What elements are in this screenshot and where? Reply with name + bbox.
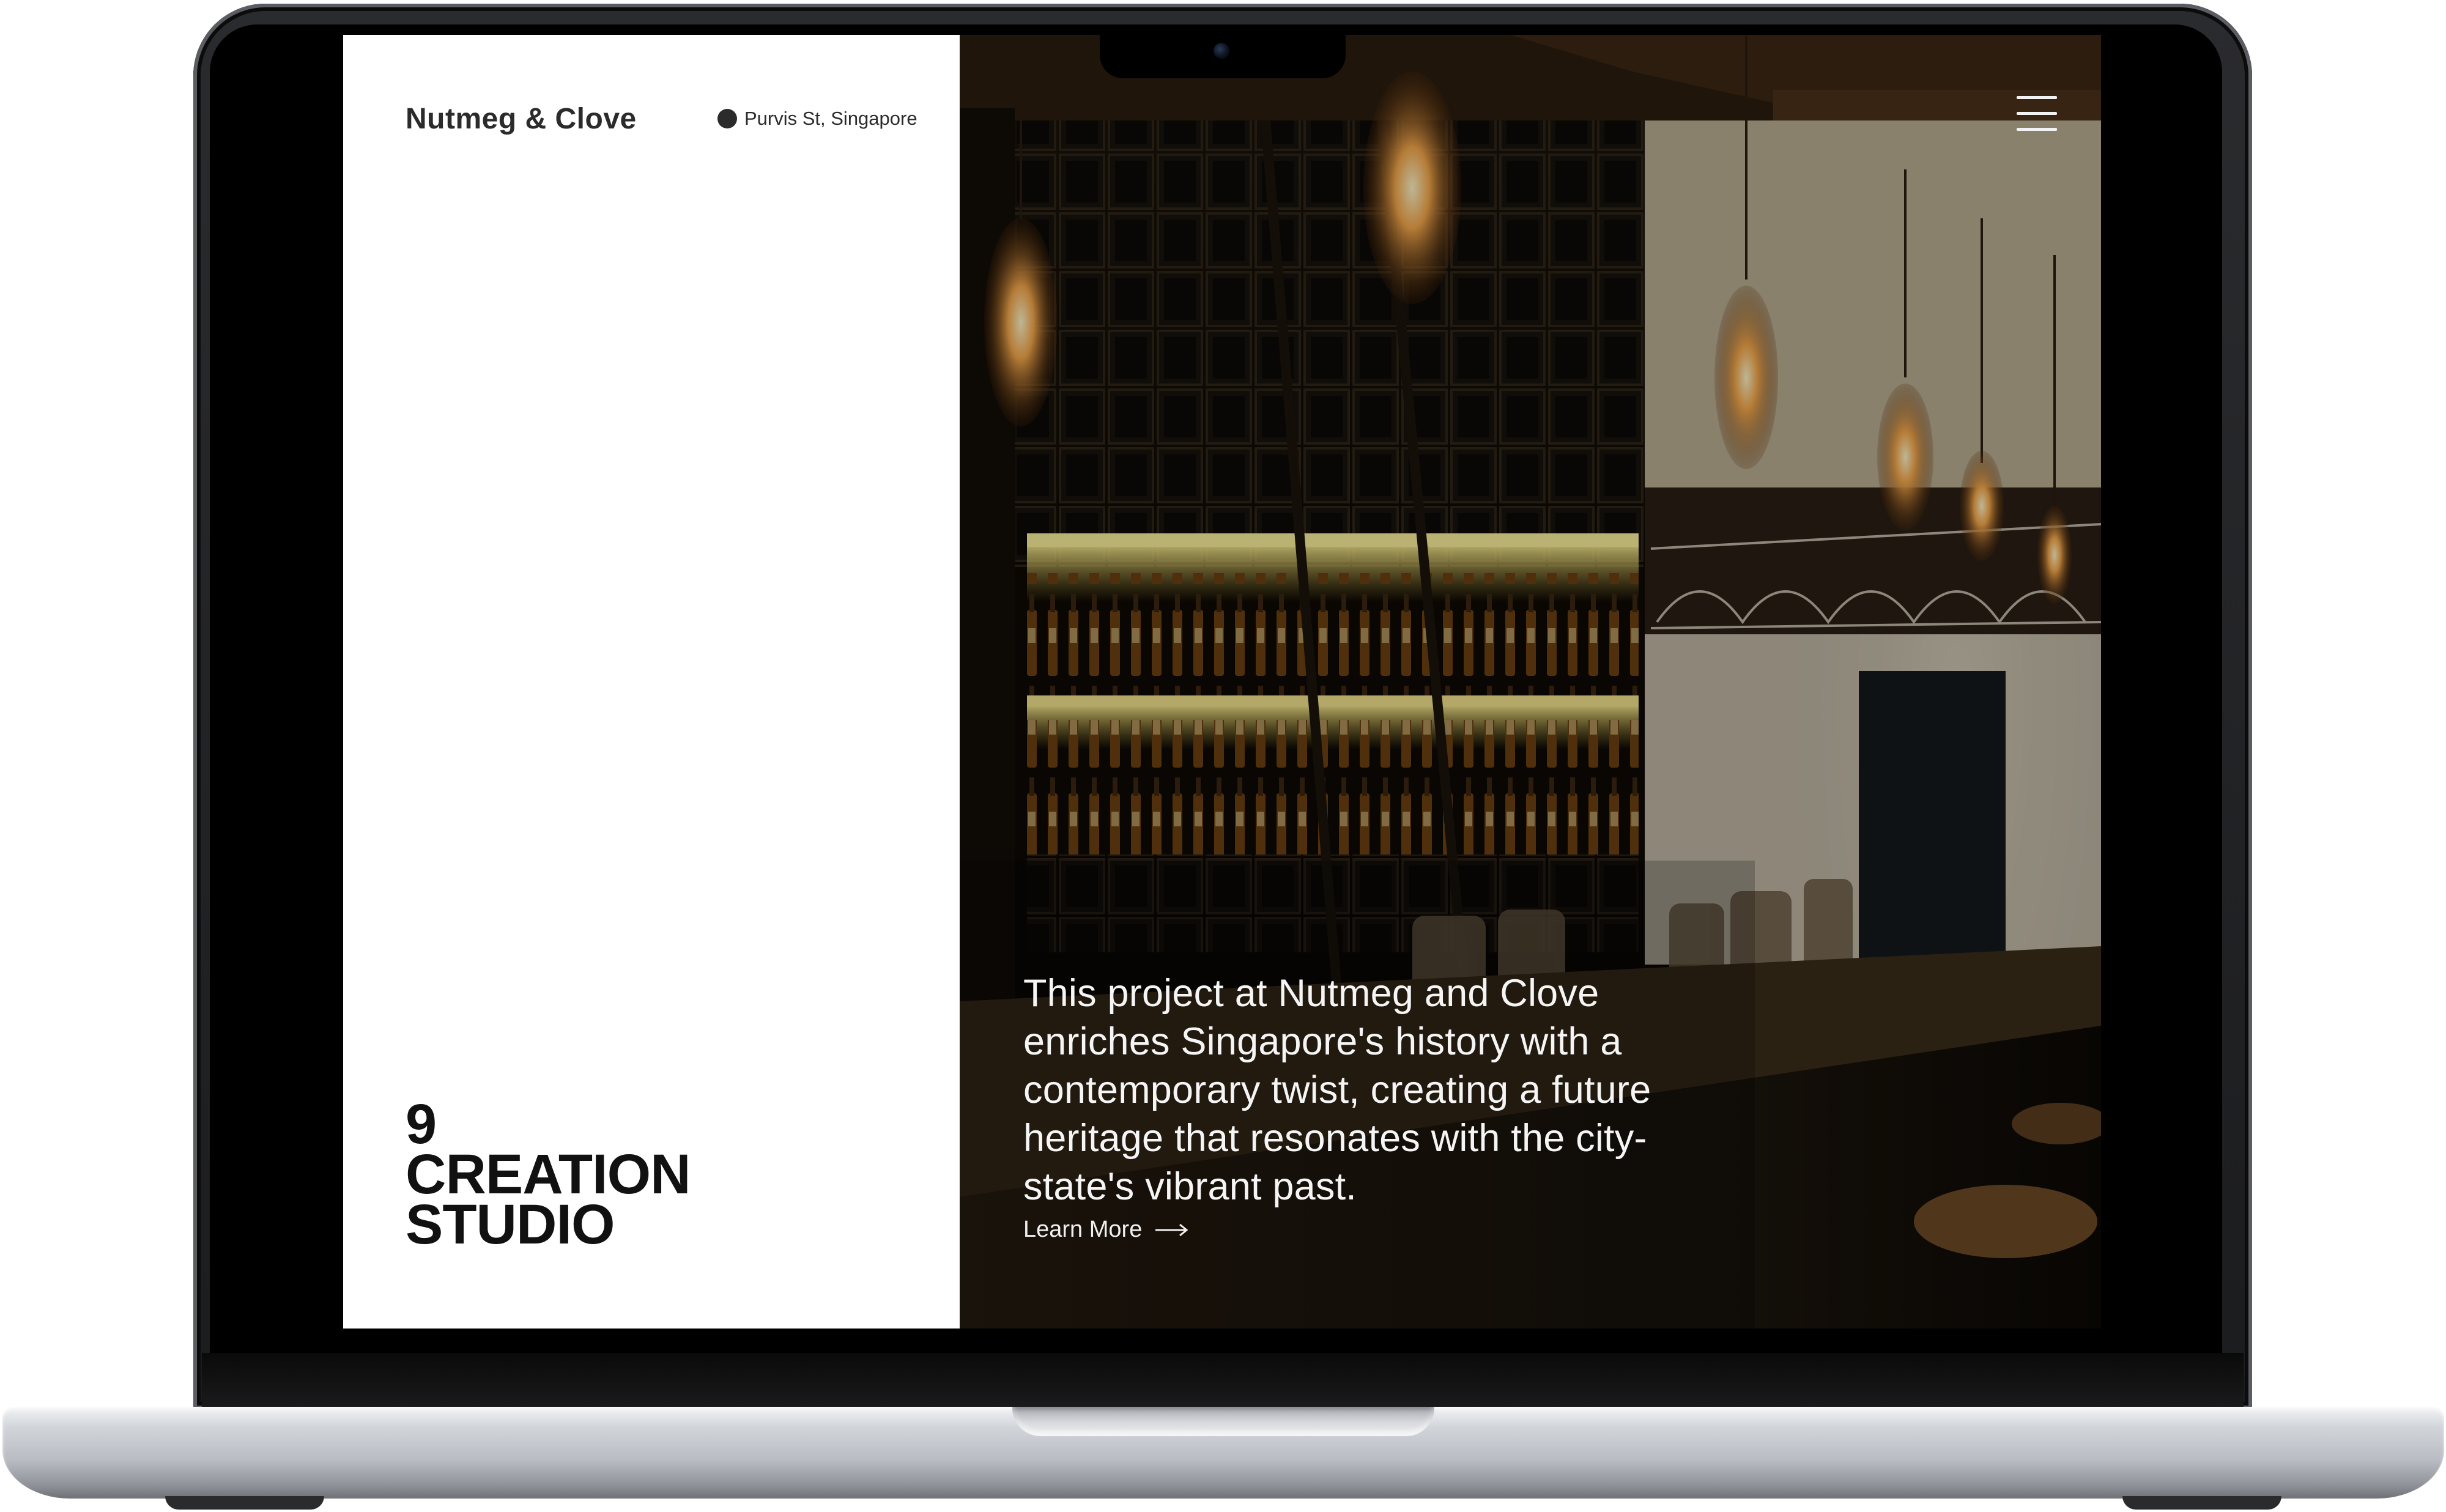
location-text: Purvis St, Singapore	[744, 108, 917, 129]
camera-icon	[1214, 43, 1229, 59]
laptop-chin	[202, 1353, 2244, 1409]
laptop-foot-right	[2122, 1496, 2281, 1510]
studio-logo-word-2: STUDIO	[406, 1193, 615, 1256]
studio-logo-number: 9	[406, 1093, 437, 1155]
studio-logo-word-1: CREATION	[406, 1143, 691, 1206]
hamburger-menu-icon[interactable]	[2017, 94, 2059, 136]
laptop-foot-left	[165, 1496, 324, 1510]
arrow-right-icon	[1155, 1223, 1188, 1236]
studio-logo[interactable]: 9 CREATION STUDIO	[406, 1093, 691, 1256]
location-label: Purvis St, Singapore	[717, 108, 917, 130]
learn-more-label: Learn More	[1023, 1217, 1143, 1242]
website-screen: Nutmeg & Clove Purvis St, Singapore 9 CR…	[343, 35, 2101, 1329]
location-dot-icon	[717, 109, 737, 128]
intro-panel: Nutmeg & Clove Purvis St, Singapore 9 CR…	[343, 35, 960, 1329]
hero-image-panel: This project at Nutmeg and Clove enriche…	[960, 35, 2101, 1329]
camera-notch	[1100, 24, 1346, 78]
brand-name[interactable]: Nutmeg & Clove	[406, 102, 637, 136]
hero-caption: This project at Nutmeg and Clove enriche…	[1023, 972, 1651, 1208]
learn-more-link[interactable]: Learn More	[1023, 1217, 1188, 1243]
trackpad-notch	[1012, 1407, 1434, 1436]
